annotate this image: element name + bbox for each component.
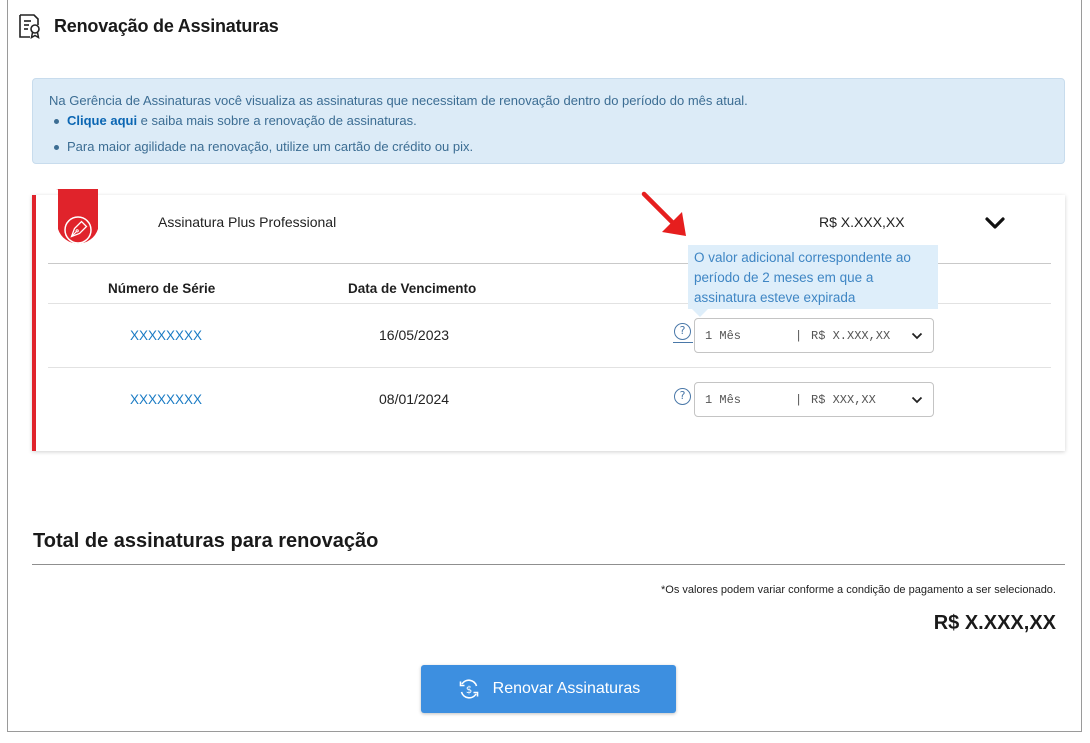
info-list: Clique aqui e saiba mais sobre a renovaç…	[49, 111, 1048, 157]
certificate-document-icon	[19, 14, 40, 39]
plan-select[interactable]: 1 Mês | R$ XXX,XX	[694, 382, 934, 417]
info-item-text: e saiba mais sobre a renovação de assina…	[137, 113, 417, 128]
info-intro: Na Gerência de Assinaturas você visualiz…	[49, 93, 748, 108]
total-title: Total de assinaturas para renovação	[33, 530, 379, 552]
subscription-name: Assinatura Plus Professional	[158, 214, 337, 230]
chevron-down-icon	[911, 396, 923, 403]
plan-duration: 1 Mês	[705, 392, 742, 407]
row-divider	[48, 367, 1051, 368]
subscription-price: R$ X.XXX,XX	[819, 214, 905, 230]
plan-amount: R$ XXX,XX	[811, 392, 876, 407]
red-arrow-annotation-icon	[641, 191, 686, 236]
column-header-due-date: Data de Vencimento	[348, 281, 477, 296]
chevron-down-icon	[911, 332, 923, 339]
refresh-dollar-icon: $	[459, 679, 478, 699]
due-date: 08/01/2024	[379, 391, 450, 407]
info-item-payment: Para maior agilidade na renovação, utili…	[49, 137, 1048, 157]
total-value: R$ X.XXX,XX	[933, 612, 1056, 634]
plan-amount: R$ X.XXX,XX	[811, 328, 891, 343]
page-header: Renovação de Assinaturas	[16, 10, 279, 42]
help-icon[interactable]: ?	[674, 323, 691, 340]
help-icon[interactable]: ?	[674, 388, 691, 405]
renew-button-label: Renovar Assinaturas	[492, 680, 641, 697]
page-title: Renovação de Assinaturas	[54, 15, 279, 36]
plan-separator: |	[795, 328, 803, 343]
info-item-learn-more: Clique aqui e saiba mais sobre a renovaç…	[49, 111, 1048, 131]
learn-more-link[interactable]: Clique aqui	[67, 113, 137, 128]
help-underline	[673, 342, 693, 343]
info-item-text: Para maior agilidade na renovação, utili…	[67, 139, 474, 154]
price-note: *Os valores podem variar conforme a cond…	[660, 584, 1056, 596]
subscription-card: Assinatura Plus Professional R$ X.XXX,XX…	[32, 189, 1065, 451]
total-divider	[32, 564, 1065, 565]
chevron-down-icon[interactable]	[984, 215, 1006, 231]
svg-text:$: $	[465, 685, 471, 696]
renew-subscriptions-button[interactable]: $ Renovar Assinaturas	[421, 665, 676, 713]
plan-duration: 1 Mês	[705, 328, 742, 343]
column-header-serial: Número de Série	[108, 281, 216, 296]
due-date: 16/05/2023	[379, 327, 450, 343]
plan-separator: |	[795, 392, 803, 407]
serial-number-link[interactable]: XXXXXXXX	[130, 328, 202, 343]
info-alert: Na Gerência de Assinaturas você visualiz…	[32, 78, 1065, 164]
tooltip: O valor adicional correspondente ao perí…	[688, 245, 938, 317]
plan-select[interactable]: 1 Mês | R$ X.XXX,XX	[694, 318, 934, 353]
ribbon-badge	[56, 189, 98, 244]
serial-number-link[interactable]: XXXXXXXX	[130, 392, 202, 407]
